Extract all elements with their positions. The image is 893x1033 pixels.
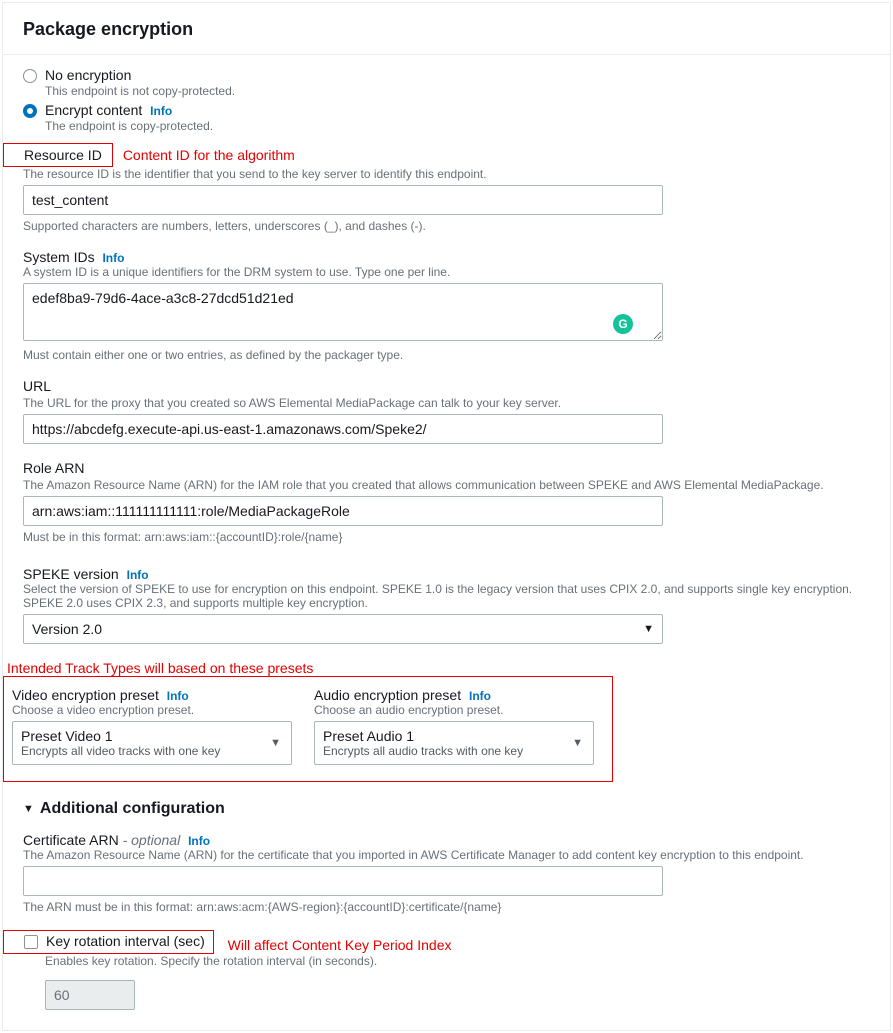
resource-id-desc: The resource ID is the identifier that y… [23,167,870,181]
chevron-down-icon: ▼ [23,803,34,815]
video-preset-select[interactable]: Preset Video 1 Encrypts all video tracks… [12,721,292,765]
annotation-box-key-rotation: Key rotation interval (sec) [3,930,214,954]
panel-body: No encryption This endpoint is not copy-… [3,55,890,1030]
video-preset-desc: Choose a video encryption preset. [12,703,292,717]
video-preset-value: Preset Video 1 [21,728,265,744]
annotation-box-resource-id: Resource ID [3,143,113,167]
package-encryption-panel: Package encryption No encryption This en… [2,2,891,1031]
key-rotation-checkbox[interactable] [24,935,38,949]
additional-configuration-toggle[interactable]: ▼ Additional configuration [23,800,870,818]
audio-preset-value: Preset Audio 1 [323,728,567,744]
role-arn-help: Must be in this format: arn:aws:iam::{ac… [23,530,870,544]
role-arn-label: Role ARN [23,460,870,476]
url-desc: The URL for the proxy that you created s… [23,396,870,410]
grammarly-icon[interactable]: G [613,314,633,334]
info-link[interactable]: Info [150,104,172,118]
info-link[interactable]: Info [102,251,124,265]
system-ids-label: System IDs [23,249,95,265]
chevron-down-icon: ▼ [643,623,654,635]
role-arn-desc: The Amazon Resource Name (ARN) for the I… [23,478,870,492]
key-rotation-input[interactable] [45,980,135,1010]
speke-value: Version 2.0 [32,621,102,637]
system-ids-input[interactable]: edef8ba9-79d6-4ace-a3c8-27dcd51d21ed [23,283,663,341]
chevron-down-icon: ▼ [270,737,281,749]
resource-id-input[interactable] [23,185,663,215]
info-link[interactable]: Info [167,689,189,703]
chevron-down-icon: ▼ [572,737,583,749]
radio-desc: The endpoint is copy-protected. [45,119,870,133]
system-ids-desc: A system ID is a unique identifiers for … [23,265,870,279]
annotation-text-key-rotation: Will affect Content Key Period Index [228,937,452,953]
url-input[interactable] [23,414,663,444]
optional-text: - optional [123,832,181,848]
audio-preset-desc: Choose an audio encryption preset. [314,703,594,717]
audio-preset-select[interactable]: Preset Audio 1 Encrypts all audio tracks… [314,721,594,765]
system-ids-help: Must contain either one or two entries, … [23,348,870,362]
resource-id-help: Supported characters are numbers, letter… [23,219,870,233]
speke-label: SPEKE version [23,566,119,582]
cert-arn-input[interactable] [23,866,663,896]
video-preset-sub: Encrypts all video tracks with one key [21,744,265,758]
cert-arn-label: Certificate ARN [23,832,119,848]
audio-preset-sub: Encrypts all audio tracks with one key [323,744,567,758]
speke-desc: Select the version of SPEKE to use for e… [23,582,870,610]
key-rotation-desc: Enables key rotation. Specify the rotati… [45,954,870,968]
page-title: Package encryption [23,19,870,40]
panel-header: Package encryption [3,3,890,55]
additional-configuration-title: Additional configuration [40,800,225,818]
radio-label: Encrypt content [45,102,142,118]
info-link[interactable]: Info [188,834,210,848]
speke-version-select[interactable]: Version 2.0 ▼ [23,614,663,644]
radio-icon-selected [23,104,37,118]
annotation-text-presets: Intended Track Types will based on these… [3,660,870,676]
radio-label: No encryption [45,67,870,83]
key-rotation-label: Key rotation interval (sec) [46,933,205,949]
encryption-radio-group: No encryption This endpoint is not copy-… [23,67,870,133]
info-link[interactable]: Info [127,568,149,582]
cert-arn-desc: The Amazon Resource Name (ARN) for the c… [23,848,870,862]
radio-desc: This endpoint is not copy-protected. [45,84,870,98]
video-preset-label: Video encryption preset [12,687,159,703]
radio-encrypt-content[interactable]: Encrypt content Info The endpoint is cop… [23,102,870,133]
radio-icon [23,69,37,83]
radio-no-encryption[interactable]: No encryption This endpoint is not copy-… [23,67,870,98]
url-label: URL [23,378,870,394]
resource-id-label: Resource ID [24,147,102,163]
annotation-text-resource-id: Content ID for the algorithm [123,147,295,163]
cert-arn-help: The ARN must be in this format: arn:aws:… [23,900,870,914]
info-link[interactable]: Info [469,689,491,703]
role-arn-input[interactable] [23,496,663,526]
audio-preset-label: Audio encryption preset [314,687,461,703]
annotation-box-presets: Video encryption preset Info Choose a vi… [3,676,613,782]
